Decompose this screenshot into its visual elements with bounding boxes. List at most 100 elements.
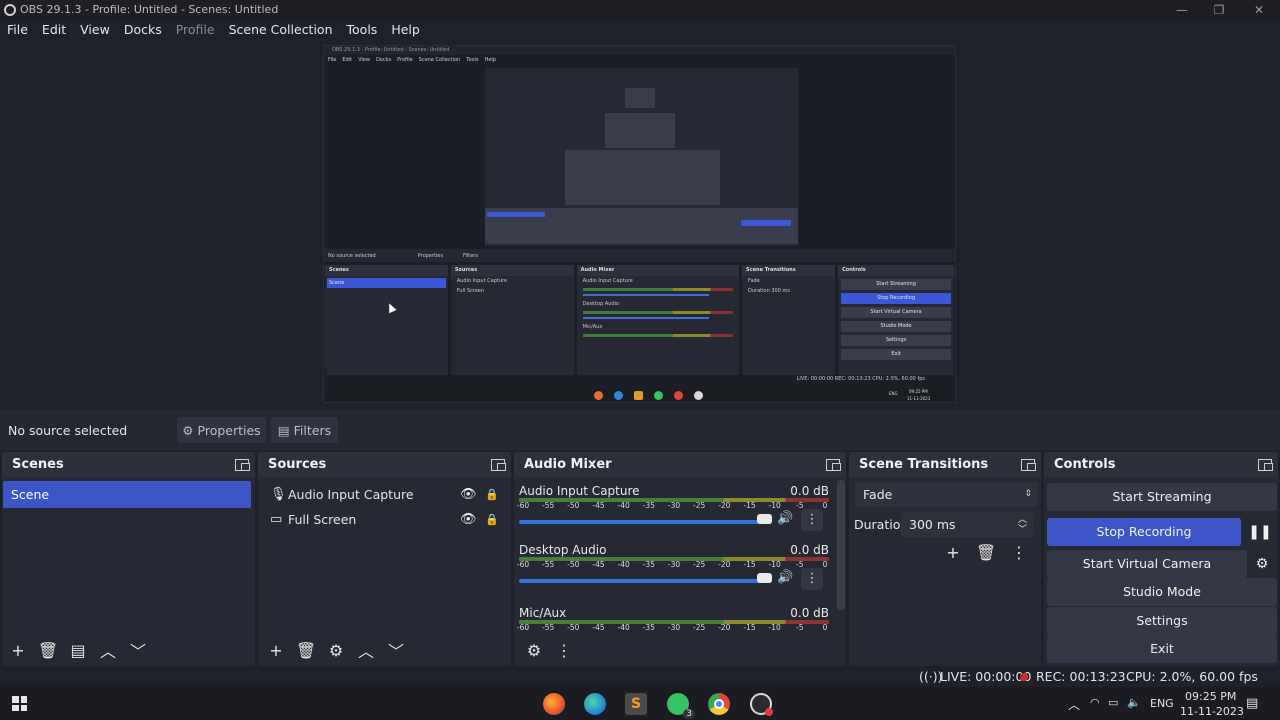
menu-help[interactable]: Help <box>391 22 420 37</box>
lock-icon[interactable]: 🔒 <box>485 488 499 501</box>
visibility-eye-icon[interactable]: 👁 <box>460 512 477 527</box>
start-streaming-button[interactable]: Start Streaming <box>1047 483 1277 511</box>
duration-value: 300 ms <box>909 517 956 532</box>
recursive-stop-recording-highlight <box>741 220 791 226</box>
volume-slider-handle[interactable] <box>757 573 772 583</box>
add-icon[interactable]: + <box>6 638 30 662</box>
clock-date[interactable]: 11-11-2023 <box>1180 705 1244 718</box>
lock-icon[interactable]: 🔒 <box>485 513 499 526</box>
settings-button[interactable]: Settings <box>1047 607 1277 635</box>
meter-scale-label: -60 <box>516 501 530 510</box>
audio-mixer-dock: Audio Mixer Audio Input Capture 0.0 dB -… <box>514 452 846 666</box>
chrome-icon[interactable] <box>708 693 730 715</box>
obs-taskbar-icon[interactable] <box>750 693 773 716</box>
nested-status: LIVE: 00:00:00 REC: 00:13:23 CPU: 2.0%, … <box>796 376 925 382</box>
meter-scale-label: -45 <box>592 560 605 569</box>
speaker-icon[interactable]: 🔊 <box>777 511 793 526</box>
gear-icon[interactable]: ⚙ <box>324 638 348 662</box>
edge-icon[interactable] <box>584 693 606 715</box>
scenes-title: Scenes <box>12 457 64 472</box>
language-indicator[interactable]: ENG <box>1150 697 1174 710</box>
transition-select[interactable]: Fade ⇕ <box>855 482 1038 507</box>
move-up-icon[interactable]: ︿ <box>354 638 378 662</box>
whatsapp-badge: 3 <box>683 709 695 719</box>
volume-icon[interactable]: 🔈 <box>1127 696 1141 709</box>
menu-scene-collection[interactable]: Scene Collection <box>229 22 333 37</box>
nested-mixer-ch-1: Audio Input Capture <box>582 278 633 284</box>
trash-icon[interactable]: 🗑 <box>36 638 60 662</box>
menu-tools[interactable]: Tools <box>347 22 378 37</box>
undock-icon[interactable] <box>235 458 250 471</box>
sublime-text-icon[interactable]: S <box>625 693 647 715</box>
close-button[interactable]: ✕ <box>1240 0 1278 19</box>
recursive-scene-highlight <box>487 212 545 217</box>
chrome-center <box>714 699 724 709</box>
minimize-button[interactable]: — <box>1163 0 1201 19</box>
program-preview[interactable]: OBS 29.1.3 - Profile: Untitled - Scenes:… <box>323 45 956 403</box>
duration-spinbox[interactable]: 300 ms ︿ ﹀ <box>901 512 1033 537</box>
clock-time[interactable]: 09:25 PM <box>1185 690 1236 703</box>
meter-scale: -60 -55 -50 -45 -40 -35 -30 -25 -20 -15 -10 -5 0 <box>516 501 829 511</box>
menu-edit[interactable]: Edit <box>42 22 66 37</box>
firefox-icon[interactable] <box>543 693 565 715</box>
add-icon[interactable]: + <box>941 540 965 564</box>
meter-scale-label: -15 <box>743 623 756 632</box>
nested-lang: ENG <box>889 391 898 396</box>
menu-file[interactable]: File <box>7 22 28 37</box>
undock-icon[interactable] <box>826 458 841 471</box>
undock-icon[interactable] <box>1258 458 1273 471</box>
volume-slider[interactable] <box>519 520 772 524</box>
speaker-icon[interactable]: 🔊 <box>777 570 793 585</box>
move-up-icon[interactable]: ︿ <box>96 638 120 662</box>
controls-dock: Controls Start Streaming Stop Recording … <box>1044 452 1278 666</box>
nested-mixer-ch-2: Desktop Audio <box>582 301 620 307</box>
maximize-button[interactable]: ❐ <box>1200 0 1238 19</box>
windows-start-icon[interactable] <box>12 696 27 711</box>
pause-icon[interactable]: ❚❚ <box>1244 518 1276 546</box>
undock-icon[interactable] <box>1021 458 1036 471</box>
undock-icon[interactable] <box>491 458 506 471</box>
move-down-icon[interactable]: ﹀ <box>384 638 408 662</box>
meter-scale-label: -45 <box>592 501 605 510</box>
volume-slider-handle[interactable] <box>757 514 772 524</box>
window-title-bar: OBS 29.1.3 - Profile: Untitled - Scenes:… <box>0 0 1280 19</box>
meter-scale-label: -20 <box>718 501 731 510</box>
gear-icon[interactable]: ⚙ <box>1246 550 1278 578</box>
battery-icon[interactable]: ▭ <box>1108 696 1118 709</box>
channel-menu-icon[interactable]: ⋮ <box>801 509 823 531</box>
mixer-scrollbar[interactable] <box>837 480 845 610</box>
trash-icon[interactable]: 🗑 <box>294 638 318 662</box>
nested-mixer-dock: Audio Mixer Audio Input Capture Desktop … <box>576 265 740 375</box>
source-item[interactable]: 🎙 Audio Input Capture 👁 🔒 <box>258 482 514 506</box>
studio-mode-button[interactable]: Studio Mode <box>1047 578 1277 606</box>
nested-whatsapp-icon <box>654 391 663 400</box>
visibility-eye-icon[interactable]: 👁 <box>460 487 477 502</box>
filters-button[interactable]: ▤ Filters <box>271 417 338 443</box>
nested-scenes-title: Scenes <box>325 265 448 276</box>
add-icon[interactable]: + <box>264 638 288 662</box>
menu-profile[interactable]: Profile <box>176 22 215 37</box>
move-down-icon[interactable]: ﹀ <box>126 638 150 662</box>
notification-icon[interactable]: ▤ <box>1246 696 1258 711</box>
volume-slider[interactable] <box>519 579 772 583</box>
kebab-menu-icon[interactable]: ⋮ <box>1007 540 1031 564</box>
source-item[interactable]: ▭ Full Screen 👁 🔒 <box>258 507 514 531</box>
menu-view[interactable]: View <box>80 22 110 37</box>
filter-icon[interactable]: ▤ <box>66 638 90 662</box>
nested-duration-label: Duration <box>748 288 770 294</box>
channel-menu-icon[interactable]: ⋮ <box>801 568 823 590</box>
whatsapp-icon[interactable]: 3 <box>667 693 695 719</box>
chevron-up-icon[interactable]: ︿ <box>1068 696 1080 713</box>
channel-db: 0.0 dB <box>790 484 829 498</box>
stop-recording-button[interactable]: Stop Recording <box>1047 518 1241 546</box>
start-virtual-camera-button[interactable]: Start Virtual Camera <box>1047 550 1247 578</box>
kebab-menu-icon[interactable]: ⋮ <box>552 638 576 662</box>
gear-icon[interactable]: ⚙ <box>522 638 546 662</box>
exit-button[interactable]: Exit <box>1047 635 1277 663</box>
wifi-icon[interactable]: ◠ <box>1090 696 1100 709</box>
properties-button[interactable]: ⚙ Properties <box>177 417 266 443</box>
meter-scale-label: 0 <box>822 501 828 510</box>
menu-docks[interactable]: Docks <box>124 22 162 37</box>
trash-icon[interactable]: 🗑 <box>974 540 998 564</box>
scene-item[interactable]: Scene <box>3 481 251 508</box>
